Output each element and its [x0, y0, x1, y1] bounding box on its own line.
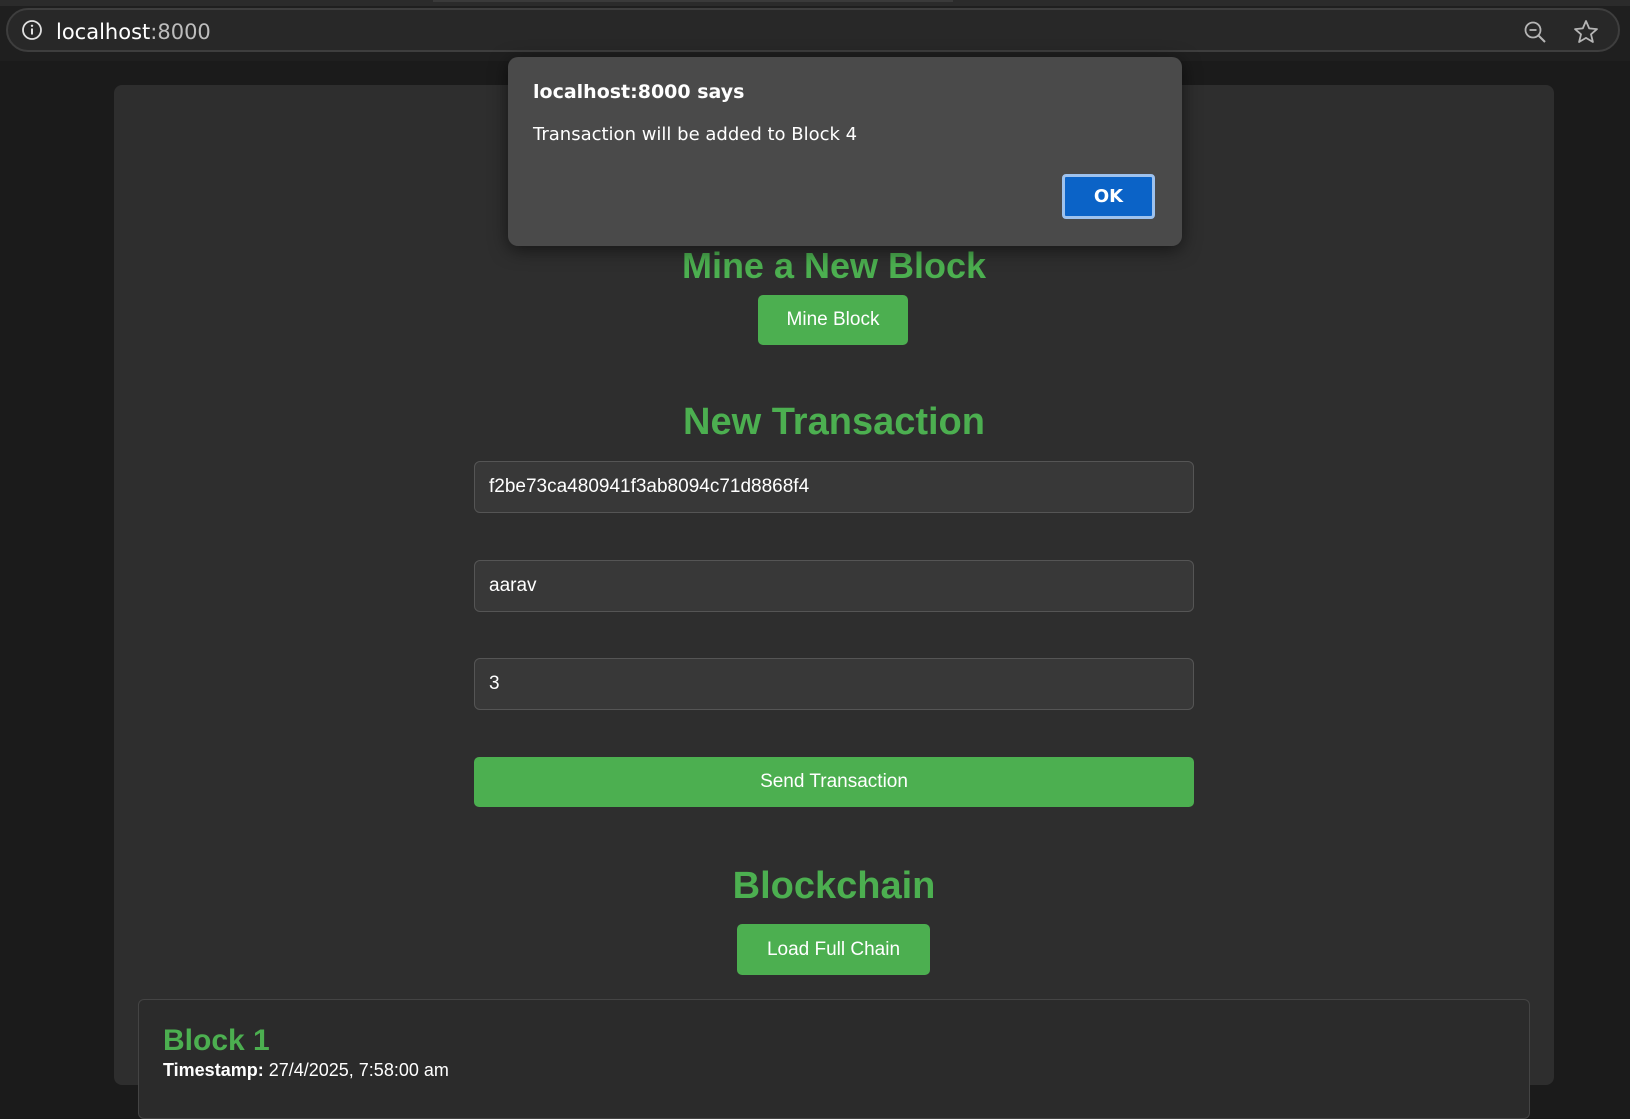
blockchain-section-title: Blockchain — [732, 865, 936, 907]
url-text[interactable]: localhost:8000 — [56, 20, 211, 44]
mine-section-title: Mine a New Block — [681, 245, 987, 286]
timestamp-label: Timestamp: — [163, 1060, 264, 1080]
block-timestamp: Timestamp: 27/4/2025, 7:58:00 am — [163, 1060, 449, 1081]
bookmark-star-icon[interactable] — [1572, 18, 1600, 46]
block-title: Block 1 — [163, 1024, 270, 1057]
send-transaction-button[interactable]: Send Transaction — [474, 757, 1194, 807]
alert-dialog: localhost:8000 says Transaction will be … — [508, 57, 1182, 246]
dialog-message: Transaction will be added to Block 4 — [533, 124, 858, 145]
load-full-chain-button[interactable]: Load Full Chain — [737, 924, 930, 975]
block-card: Block 1 Timestamp: 27/4/2025, 7:58:00 am — [138, 999, 1530, 1119]
dialog-title: localhost:8000 says — [533, 81, 745, 103]
zoom-out-icon[interactable] — [1522, 19, 1548, 45]
active-tab-edge — [433, 0, 953, 2]
info-icon[interactable] — [20, 18, 44, 42]
timestamp-value: 27/4/2025, 7:58:00 am — [268, 1060, 449, 1080]
address-bar[interactable]: localhost:8000 — [6, 8, 1620, 52]
mine-block-button[interactable]: Mine Block — [758, 295, 908, 345]
amount-input[interactable] — [474, 658, 1194, 710]
transaction-section-title: New Transaction — [683, 401, 985, 443]
recipient-input[interactable] — [474, 560, 1194, 612]
browser-toolbar: localhost:8000 — [0, 0, 1630, 61]
url-host: localhost — [56, 20, 151, 44]
tab-strip-edge — [0, 0, 1630, 6]
sender-input[interactable] — [474, 461, 1194, 513]
url-port: :8000 — [150, 20, 211, 44]
ok-button[interactable]: OK — [1062, 174, 1155, 219]
